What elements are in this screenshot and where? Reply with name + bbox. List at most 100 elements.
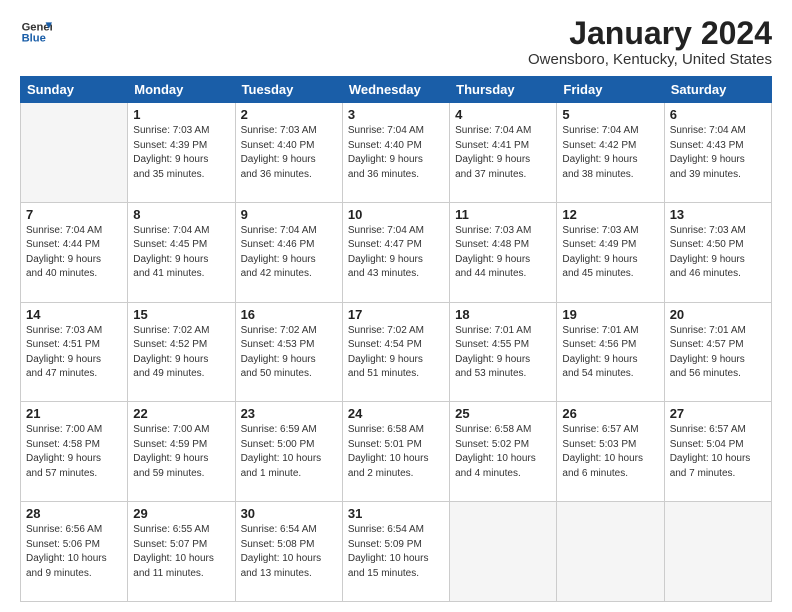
day-number: 3 xyxy=(348,107,444,122)
day-info: Sunrise: 6:55 AM Sunset: 5:07 PM Dayligh… xyxy=(133,523,229,581)
table-cell: 10 Sunrise: 7:04 AM Sunset: 4:47 PM Dayli… xyxy=(342,202,449,302)
table-cell: 22 Sunrise: 7:00 AM Sunset: 4:59 PM Dayli… xyxy=(128,402,235,502)
day-info: Sunrise: 6:58 AM Sunset: 5:02 PM Dayligh… xyxy=(455,423,551,481)
week-row-4: 21Sunrise: 7:00 AM Sunset: 4:58 PM Dayli… xyxy=(21,402,772,502)
day-info: Sunrise: 7:04 AM Sunset: 4:41 PM Dayligh… xyxy=(455,124,551,182)
day-number: 9 xyxy=(241,207,337,222)
day-number: 15 xyxy=(133,307,229,322)
week-row-3: 14Sunrise: 7:03 AM Sunset: 4:51 PM Dayli… xyxy=(21,302,772,402)
table-cell: 24 Sunrise: 6:58 AM Sunset: 5:01 PM Dayli… xyxy=(342,402,449,502)
table-cell: 20Sunrise: 7:01 AM Sunset: 4:57 PM Dayli… xyxy=(664,302,771,402)
day-number: 10 xyxy=(348,207,444,222)
day-info: Sunrise: 7:02 AM Sunset: 4:52 PM Dayligh… xyxy=(133,324,229,382)
table-cell: 8 Sunrise: 7:04 AM Sunset: 4:45 PM Daylig… xyxy=(128,202,235,302)
table-cell xyxy=(557,502,664,602)
day-number: 21 xyxy=(26,406,122,421)
week-row-5: 28 Sunrise: 6:56 AM Sunset: 5:06 PM Dayli… xyxy=(21,502,772,602)
day-number: 18 xyxy=(455,307,551,322)
weekday-header-row: Sunday Monday Tuesday Wednesday Thursday… xyxy=(21,77,772,103)
day-number: 31 xyxy=(348,506,444,521)
day-info: Sunrise: 7:04 AM Sunset: 4:40 PM Dayligh… xyxy=(348,124,444,182)
table-cell: 26Sunrise: 6:57 AM Sunset: 5:03 PM Dayli… xyxy=(557,402,664,502)
header-sunday: Sunday xyxy=(21,77,128,103)
day-info: Sunrise: 7:04 AM Sunset: 4:44 PM Dayligh… xyxy=(26,224,122,282)
day-info: Sunrise: 6:54 AM Sunset: 5:09 PM Dayligh… xyxy=(348,523,444,581)
table-cell: 9 Sunrise: 7:04 AM Sunset: 4:46 PM Daylig… xyxy=(235,202,342,302)
title-block: January 2024 Owensboro, Kentucky, United… xyxy=(528,16,772,68)
day-info: Sunrise: 7:04 AM Sunset: 4:46 PM Dayligh… xyxy=(241,224,337,282)
header-thursday: Thursday xyxy=(450,77,557,103)
day-number: 8 xyxy=(133,207,229,222)
day-info: Sunrise: 7:02 AM Sunset: 4:54 PM Dayligh… xyxy=(348,324,444,382)
table-cell: 29 Sunrise: 6:55 AM Sunset: 5:07 PM Dayli… xyxy=(128,502,235,602)
day-number: 29 xyxy=(133,506,229,521)
day-number: 22 xyxy=(133,406,229,421)
day-number: 6 xyxy=(670,107,766,122)
day-info: Sunrise: 7:03 AM Sunset: 4:50 PM Dayligh… xyxy=(670,224,766,282)
header: General Blue January 2024 Owensboro, Ken… xyxy=(20,16,772,68)
table-cell: 25Sunrise: 6:58 AM Sunset: 5:02 PM Dayli… xyxy=(450,402,557,502)
day-info: Sunrise: 7:02 AM Sunset: 4:53 PM Dayligh… xyxy=(241,324,337,382)
day-info: Sunrise: 7:00 AM Sunset: 4:59 PM Dayligh… xyxy=(133,423,229,481)
day-number: 12 xyxy=(562,207,658,222)
table-cell: 23 Sunrise: 6:59 AM Sunset: 5:00 PM Dayli… xyxy=(235,402,342,502)
location: Owensboro, Kentucky, United States xyxy=(528,51,772,68)
day-info: Sunrise: 6:54 AM Sunset: 5:08 PM Dayligh… xyxy=(241,523,337,581)
day-info: Sunrise: 7:04 AM Sunset: 4:42 PM Dayligh… xyxy=(562,124,658,182)
day-info: Sunrise: 6:56 AM Sunset: 5:06 PM Dayligh… xyxy=(26,523,122,581)
day-info: Sunrise: 7:03 AM Sunset: 4:49 PM Dayligh… xyxy=(562,224,658,282)
day-number: 20 xyxy=(670,307,766,322)
week-row-1: 1Sunrise: 7:03 AM Sunset: 4:39 PM Daylig… xyxy=(21,103,772,203)
day-info: Sunrise: 7:03 AM Sunset: 4:51 PM Dayligh… xyxy=(26,324,122,382)
month-title: January 2024 xyxy=(528,16,772,51)
table-cell: 4 Sunrise: 7:04 AM Sunset: 4:41 PM Daylig… xyxy=(450,103,557,203)
table-cell: 17 Sunrise: 7:02 AM Sunset: 4:54 PM Dayli… xyxy=(342,302,449,402)
table-cell: 31 Sunrise: 6:54 AM Sunset: 5:09 PM Dayli… xyxy=(342,502,449,602)
table-cell xyxy=(450,502,557,602)
day-number: 19 xyxy=(562,307,658,322)
header-saturday: Saturday xyxy=(664,77,771,103)
table-cell xyxy=(664,502,771,602)
day-number: 17 xyxy=(348,307,444,322)
table-cell: 7Sunrise: 7:04 AM Sunset: 4:44 PM Daylig… xyxy=(21,202,128,302)
table-cell: 16 Sunrise: 7:02 AM Sunset: 4:53 PM Dayli… xyxy=(235,302,342,402)
table-cell: 27Sunrise: 6:57 AM Sunset: 5:04 PM Dayli… xyxy=(664,402,771,502)
page: General Blue January 2024 Owensboro, Ken… xyxy=(0,0,792,612)
table-cell: 13 Sunrise: 7:03 AM Sunset: 4:50 PM Dayli… xyxy=(664,202,771,302)
table-cell: 19Sunrise: 7:01 AM Sunset: 4:56 PM Dayli… xyxy=(557,302,664,402)
day-info: Sunrise: 6:59 AM Sunset: 5:00 PM Dayligh… xyxy=(241,423,337,481)
table-cell: 14Sunrise: 7:03 AM Sunset: 4:51 PM Dayli… xyxy=(21,302,128,402)
header-tuesday: Tuesday xyxy=(235,77,342,103)
table-cell xyxy=(21,103,128,203)
day-info: Sunrise: 7:04 AM Sunset: 4:45 PM Dayligh… xyxy=(133,224,229,282)
table-cell: 30Sunrise: 6:54 AM Sunset: 5:08 PM Dayli… xyxy=(235,502,342,602)
day-info: Sunrise: 7:04 AM Sunset: 4:47 PM Dayligh… xyxy=(348,224,444,282)
week-row-2: 7Sunrise: 7:04 AM Sunset: 4:44 PM Daylig… xyxy=(21,202,772,302)
table-cell: 6Sunrise: 7:04 AM Sunset: 4:43 PM Daylig… xyxy=(664,103,771,203)
day-number: 16 xyxy=(241,307,337,322)
table-cell: 1Sunrise: 7:03 AM Sunset: 4:39 PM Daylig… xyxy=(128,103,235,203)
day-number: 11 xyxy=(455,207,551,222)
header-friday: Friday xyxy=(557,77,664,103)
day-number: 28 xyxy=(26,506,122,521)
table-cell: 5Sunrise: 7:04 AM Sunset: 4:42 PM Daylig… xyxy=(557,103,664,203)
day-number: 2 xyxy=(241,107,337,122)
day-number: 1 xyxy=(133,107,229,122)
table-cell: 2 Sunrise: 7:03 AM Sunset: 4:40 PM Daylig… xyxy=(235,103,342,203)
day-number: 4 xyxy=(455,107,551,122)
table-cell: 3 Sunrise: 7:04 AM Sunset: 4:40 PM Daylig… xyxy=(342,103,449,203)
header-wednesday: Wednesday xyxy=(342,77,449,103)
table-cell: 11 Sunrise: 7:03 AM Sunset: 4:48 PM Dayli… xyxy=(450,202,557,302)
table-cell: 15 Sunrise: 7:02 AM Sunset: 4:52 PM Dayli… xyxy=(128,302,235,402)
day-number: 23 xyxy=(241,406,337,421)
table-cell: 28 Sunrise: 6:56 AM Sunset: 5:06 PM Dayli… xyxy=(21,502,128,602)
day-info: Sunrise: 6:58 AM Sunset: 5:01 PM Dayligh… xyxy=(348,423,444,481)
day-number: 24 xyxy=(348,406,444,421)
day-number: 26 xyxy=(562,406,658,421)
day-info: Sunrise: 7:03 AM Sunset: 4:40 PM Dayligh… xyxy=(241,124,337,182)
day-number: 13 xyxy=(670,207,766,222)
day-info: Sunrise: 7:01 AM Sunset: 4:55 PM Dayligh… xyxy=(455,324,551,382)
header-monday: Monday xyxy=(128,77,235,103)
table-cell: 18 Sunrise: 7:01 AM Sunset: 4:55 PM Dayli… xyxy=(450,302,557,402)
day-info: Sunrise: 7:03 AM Sunset: 4:48 PM Dayligh… xyxy=(455,224,551,282)
